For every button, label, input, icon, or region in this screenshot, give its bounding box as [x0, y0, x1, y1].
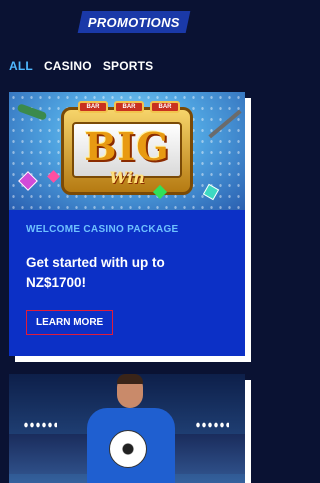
football-icon — [109, 430, 147, 468]
tab-casino[interactable]: CASINO — [44, 59, 92, 73]
slot-tab: BAR — [150, 101, 180, 113]
tab-all[interactable]: ALL — [9, 59, 33, 73]
slot-machine-graphic: BAR BAR BAR BIG Win — [61, 101, 193, 195]
promo-headline: Get started with up to NZ$1700! — [26, 255, 165, 290]
promo-card-body: WELCOME CASINO PACKAGE Get started with … — [9, 210, 245, 349]
slot-tab: BAR — [78, 101, 108, 113]
promo-filter-tabs: ALL CASINO SPORTS — [9, 59, 153, 73]
learn-more-button[interactable]: LEARN MORE — [26, 310, 114, 335]
slot-tab: BAR — [114, 101, 144, 113]
stadium-lights — [195, 421, 229, 429]
win-logo-text: Win — [109, 168, 145, 187]
big-win-slot-image[interactable]: BAR BAR BAR BIG Win — [9, 92, 245, 210]
big-win-logo-text: BIG — [84, 124, 170, 169]
promo-category: WELCOME CASINO PACKAGE — [26, 224, 179, 235]
promotions-badge: PROMOTIONS — [77, 11, 191, 33]
promo-card-sports[interactable] — [9, 374, 245, 483]
football-player-image — [87, 374, 175, 483]
tab-sports[interactable]: SPORTS — [103, 59, 154, 73]
stadium-lights — [23, 421, 57, 429]
promo-card-casino: BAR BAR BAR BIG Win WELCOME CASINO PACKA… — [9, 92, 245, 356]
page-title: PROMOTIONS — [88, 14, 180, 30]
